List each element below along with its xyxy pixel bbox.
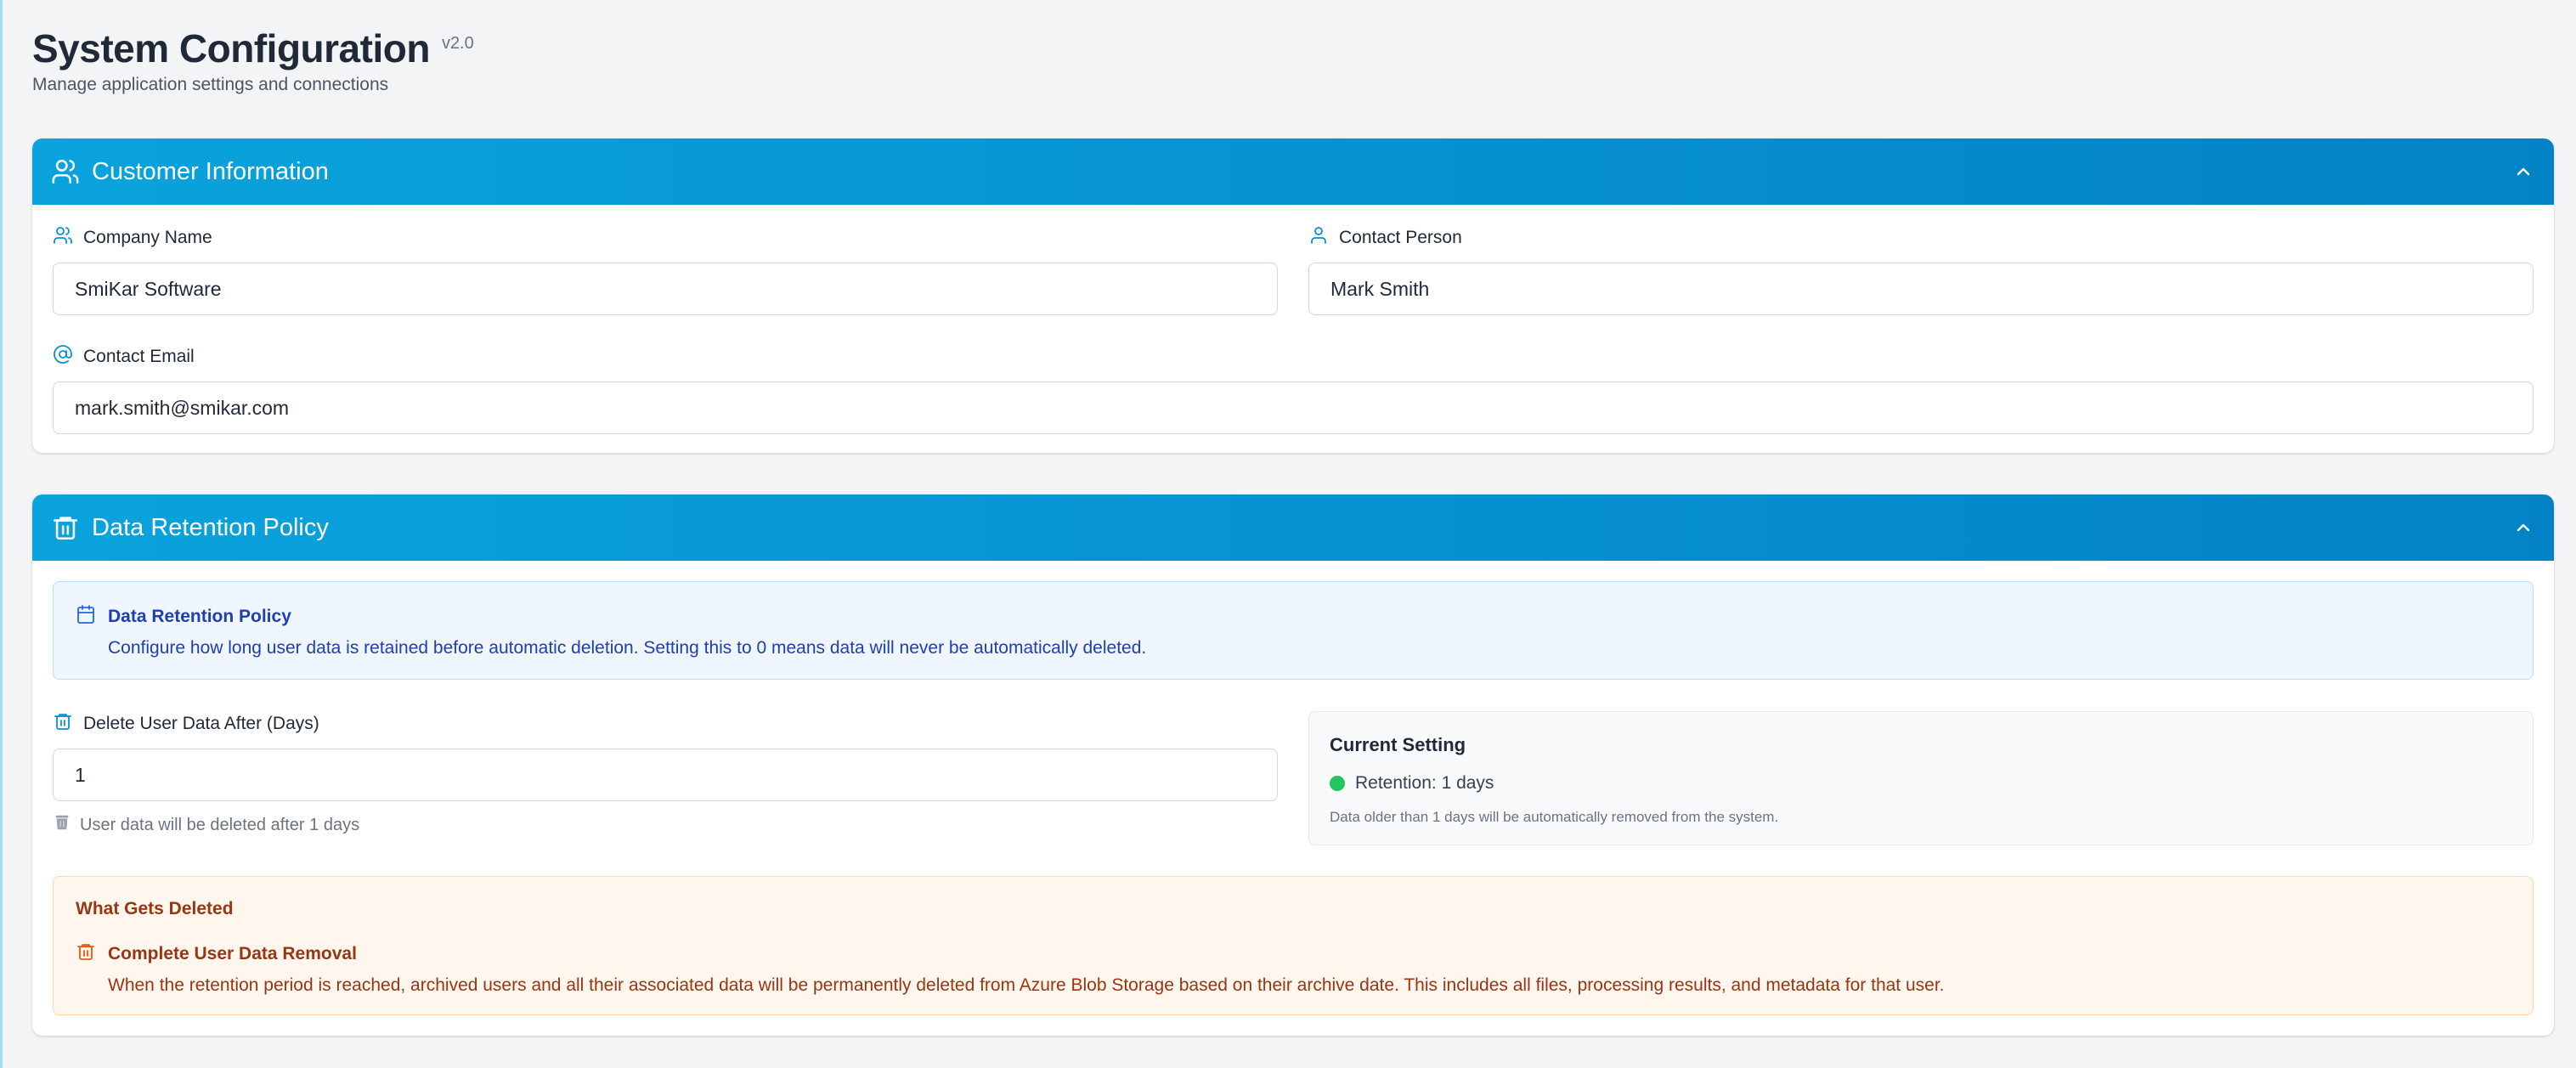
contact-email-label-row: Contact Email	[53, 344, 2534, 370]
company-name-label-row: Company Name	[53, 225, 1278, 251]
trash-icon	[53, 711, 73, 737]
contact-email-input[interactable]: mark.smith@smikar.com	[53, 381, 2534, 434]
warning-text: When the retention period is reached, ar…	[108, 975, 1945, 995]
delete-after-hint: User data will be deleted after 1 days	[80, 815, 360, 834]
calendar-icon	[76, 604, 96, 630]
contact-person-label: Contact Person	[1339, 228, 1462, 247]
customer-information-title: Customer Information	[92, 157, 329, 185]
contact-email-label: Contact Email	[83, 347, 195, 366]
delete-after-hint-row: User data will be deleted after 1 days	[53, 813, 1278, 837]
title-row: System Configuration v2.0	[32, 25, 2544, 71]
data-retention-title: Data Retention Policy	[92, 513, 329, 541]
warning-title-row: Complete User Data Removal	[76, 941, 2511, 967]
company-name-field: Company Name SmiKar Software	[53, 225, 1278, 315]
retention-info-title: Data Retention Policy	[108, 607, 291, 626]
page-subtitle: Manage application settings and connecti…	[32, 75, 389, 94]
version-badge: v2.0	[441, 34, 474, 53]
users-icon	[53, 225, 73, 251]
delete-after-label: Delete User Data After (Days)	[83, 714, 319, 733]
warning-title: Complete User Data Removal	[108, 944, 357, 963]
contact-person-input[interactable]: Mark Smith	[1308, 263, 2534, 315]
current-setting-status: Retention: 1 days	[1330, 773, 2512, 794]
what-gets-deleted-heading: What Gets Deleted	[76, 899, 234, 918]
trash-bin-icon	[53, 813, 71, 837]
current-setting-note: Data older than 1 days will be automatic…	[1330, 809, 1779, 825]
customer-information-card: Customer Information Company Name SmiKar…	[32, 138, 2554, 453]
delete-after-field: Delete User Data After (Days) 1 User dat…	[53, 711, 1278, 837]
data-retention-policy-card: Data Retention Policy Data Retention Pol…	[32, 494, 2554, 1036]
users-icon	[51, 157, 80, 186]
current-setting-box: Current Setting Retention: 1 days Data o…	[1308, 711, 2534, 845]
delete-after-label-row: Delete User Data After (Days)	[53, 711, 1278, 737]
current-setting-title: Current Setting	[1330, 734, 1466, 755]
chevron-up-icon[interactable]	[2513, 517, 2534, 538]
what-gets-deleted-box: What Gets Deleted Complete User Data Rem…	[53, 876, 2534, 1015]
retention-info-title-row: Data Retention Policy	[76, 604, 2511, 630]
left-edge-accent	[0, 0, 3, 1068]
chevron-up-icon[interactable]	[2513, 161, 2534, 182]
contact-person-label-row: Contact Person	[1308, 225, 2534, 251]
customer-header-left: Customer Information	[51, 157, 329, 186]
company-name-label: Company Name	[83, 228, 212, 247]
retention-header-left: Data Retention Policy	[51, 513, 329, 542]
page-title: System Configuration	[32, 26, 430, 71]
trash-icon	[76, 941, 96, 967]
at-sign-icon	[53, 344, 73, 370]
current-setting-status-text: Retention: 1 days	[1355, 773, 1494, 793]
retention-info-text: Configure how long user data is retained…	[108, 638, 1147, 658]
contact-email-field: Contact Email mark.smith@smikar.com	[53, 344, 2534, 434]
delete-after-input[interactable]: 1	[53, 749, 1278, 801]
contact-person-field: Contact Person Mark Smith	[1308, 225, 2534, 315]
user-icon	[1308, 225, 1329, 251]
system-configuration-page: System Configuration v2.0 Manage applica…	[0, 0, 2576, 1068]
customer-information-header[interactable]: Customer Information	[32, 138, 2554, 205]
retention-info-box: Data Retention Policy Configure how long…	[53, 581, 2534, 680]
company-name-input[interactable]: SmiKar Software	[53, 263, 1278, 315]
status-dot-icon	[1330, 776, 1345, 791]
trash-icon	[51, 513, 80, 542]
data-retention-header[interactable]: Data Retention Policy	[32, 494, 2554, 561]
page-header: System Configuration v2.0 Manage applica…	[32, 0, 2544, 95]
